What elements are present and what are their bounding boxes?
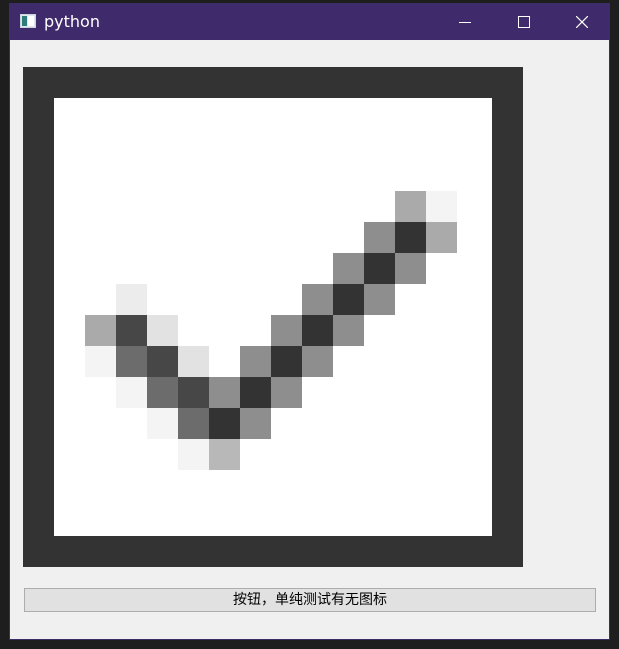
checkmark-pixel: [85, 346, 116, 377]
app-icon: [20, 14, 36, 28]
minimize-icon: [459, 22, 471, 23]
checkmark-pixel: [395, 253, 426, 284]
close-icon: [576, 16, 588, 28]
checkmark-pixel: [302, 315, 333, 346]
checkmark-pixel: [209, 408, 240, 439]
checkmark-pixel: [302, 346, 333, 377]
checkmark-pixel: [240, 377, 271, 408]
checkmark-pixel: [85, 315, 116, 346]
maximize-icon: [518, 16, 530, 28]
checkmark-pixel: [364, 284, 395, 315]
checkmark-pixel: [333, 253, 364, 284]
checkmark-pixel: [395, 191, 426, 222]
checkmark-pixel: [426, 191, 457, 222]
checkmark-pixel: [271, 377, 302, 408]
checkmark-pixel: [116, 346, 147, 377]
checkmark-pixel: [178, 377, 209, 408]
app-window: python 按钮，单纯测试有无图标: [9, 3, 610, 640]
title-bar[interactable]: python: [10, 4, 609, 40]
minimize-button[interactable]: [442, 4, 488, 40]
checkmark-icon-frame: [23, 67, 523, 567]
checkmark-pixel: [271, 346, 302, 377]
window-title: python: [44, 12, 100, 31]
checkmark-pixel: [395, 222, 426, 253]
checkmark-pixel: [147, 346, 178, 377]
checkmark-pixel: [333, 315, 364, 346]
checkmark-pixel: [178, 408, 209, 439]
checkmark-pixel: [240, 408, 271, 439]
checkmark-pixel: [426, 222, 457, 253]
checkmark-pixel: [178, 346, 209, 377]
checkmark-pixel: [271, 315, 302, 346]
checkmark-pixel: [147, 408, 178, 439]
checkmark-pixel: [209, 377, 240, 408]
checkmark-pixel: [209, 439, 240, 470]
maximize-button[interactable]: [501, 4, 547, 40]
checkmark-icon: [54, 98, 492, 536]
checkmark-pixel: [116, 315, 147, 346]
checkmark-pixel: [364, 253, 395, 284]
checkmark-pixel: [116, 377, 147, 408]
checkmark-pixel: [240, 346, 271, 377]
checkmark-pixel: [302, 284, 333, 315]
close-button[interactable]: [559, 4, 605, 40]
checkmark-pixel: [178, 439, 209, 470]
checkmark-pixel: [364, 222, 395, 253]
test-icon-button[interactable]: 按钮，单纯测试有无图标: [24, 588, 596, 612]
checkmark-pixel: [116, 284, 147, 315]
checkmark-pixel: [147, 315, 178, 346]
checkmark-pixel: [333, 284, 364, 315]
checkmark-pixel: [147, 377, 178, 408]
